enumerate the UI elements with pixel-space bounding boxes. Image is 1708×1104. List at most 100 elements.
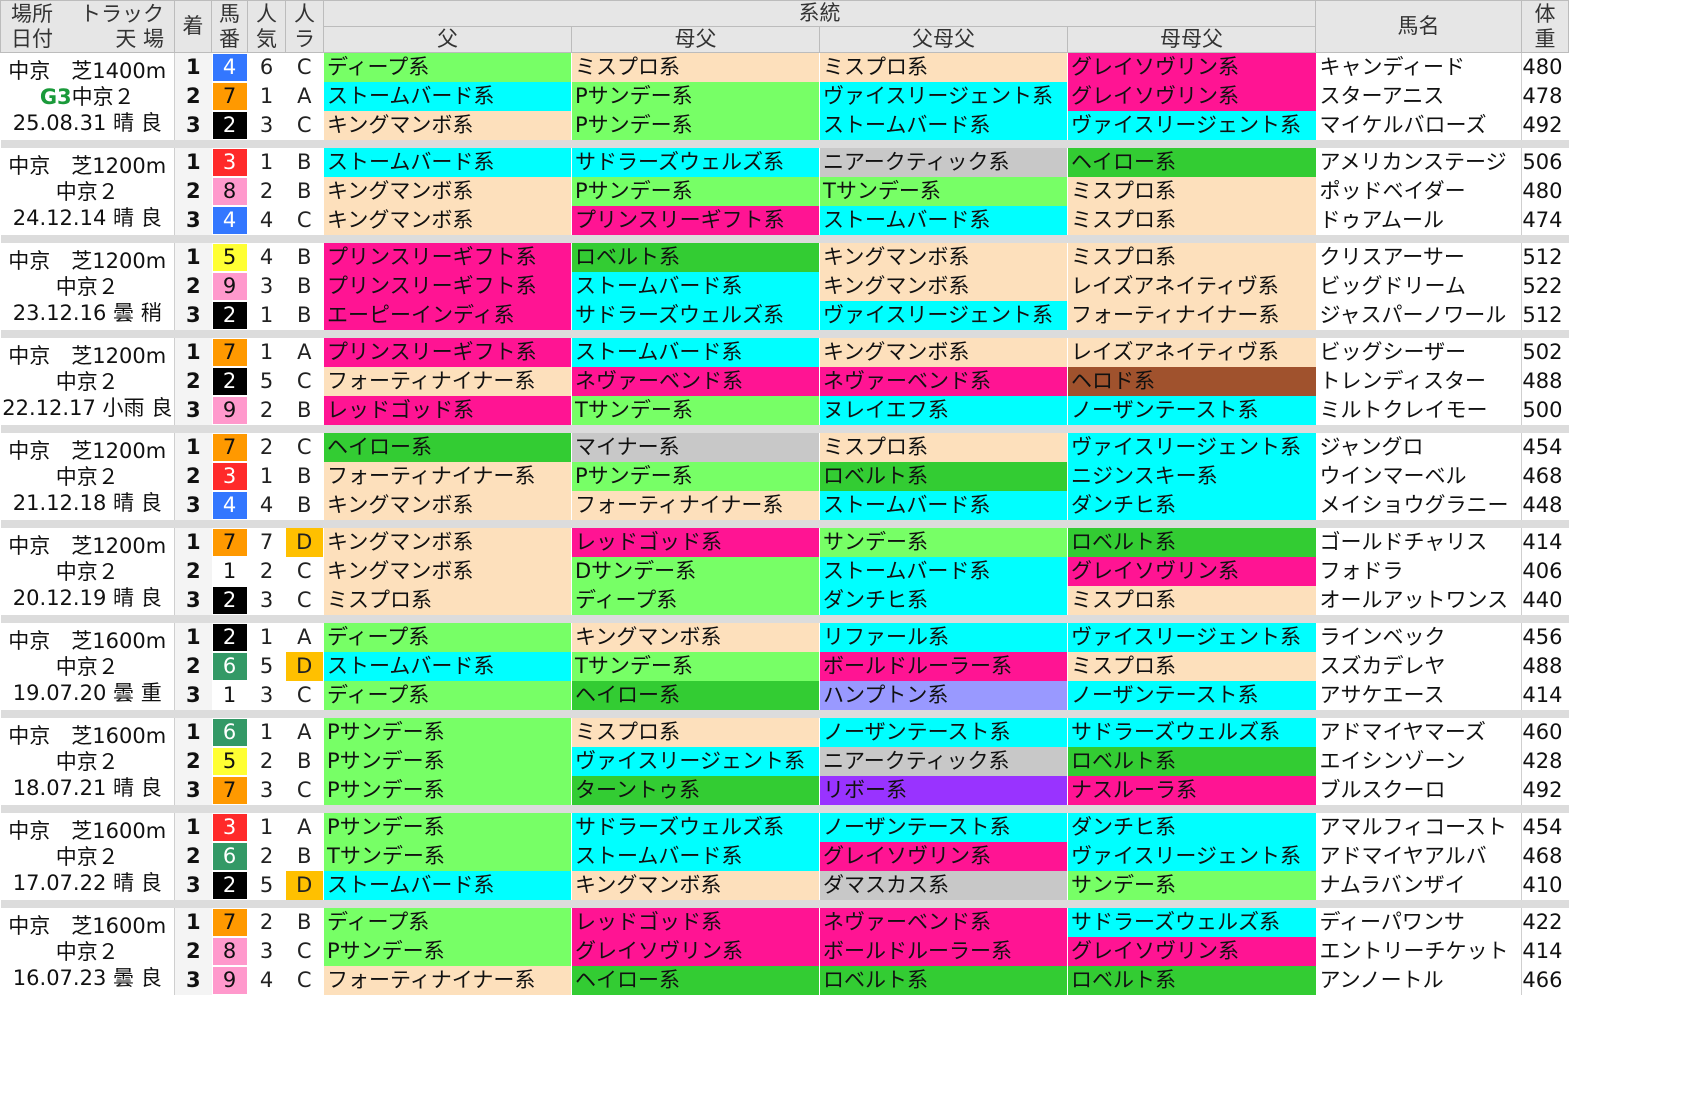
result-row[interactable]: 3 4 4 B キングマンボ系 フォーティナイナー系 ストームバード系 ダンチヒ系 メイショウグ… bbox=[1, 491, 1569, 520]
horse-name[interactable]: ミルトクレイモー bbox=[1315, 396, 1522, 425]
result-row[interactable]: 中京 芝1400m G3中京２ 25.08.31 晴 良 1 4 6 C ディープ系 ミスプロ系… bbox=[0, 52, 1569, 140]
bloodline-chichi: ストームバード系 bbox=[323, 871, 572, 900]
horse-weight: 480 bbox=[1521, 177, 1569, 206]
horse-weight: 488 bbox=[1521, 652, 1569, 681]
bloodline-chichihahachichi: ニアークティック系 bbox=[819, 148, 1068, 177]
horse-name[interactable]: ビッグドリーム bbox=[1315, 272, 1522, 301]
table-body: 中京 芝1400m G3中京２ 25.08.31 晴 良 1 4 6 C ディープ系 ミスプロ系… bbox=[0, 52, 1569, 995]
result-row[interactable]: 3 9 2 B レッドゴッド系 Tサンデー系 ヌレイエフ系 ノーザンテースト系 ミルトクレイモー… bbox=[1, 396, 1569, 425]
horse-name[interactable]: アドマイヤアルバ bbox=[1315, 842, 1522, 871]
bloodline-chichi: ディープ系 bbox=[323, 908, 572, 937]
race-date-line: 23.12.16 曇 稍 bbox=[1, 300, 174, 326]
result-row[interactable]: 3 2 3 C キングマンボ系 Pサンデー系 ストームバード系 ヴァイスリージェント系 マイケル… bbox=[1, 111, 1569, 140]
horse-name[interactable]: オールアットワンス bbox=[1315, 586, 1522, 615]
horse-name[interactable]: アサケエース bbox=[1315, 681, 1522, 710]
result-row[interactable]: 2 5 2 B Pサンデー系 ヴァイスリージェント系 ニアークティック系 ロベルト系 エイシンゾ… bbox=[1, 747, 1569, 776]
result-row[interactable]: 3 4 4 C キングマンボ系 プリンスリーギフト系 ストームバード系 ミスプロ系 ドゥアムール… bbox=[1, 206, 1569, 235]
result-row[interactable]: 3 9 4 C フォーティナイナー系 ヘイロー系 ロベルト系 ロベルト系 アンノートル 466 bbox=[1, 966, 1569, 995]
horse-name[interactable]: ウインマーベル bbox=[1315, 462, 1522, 491]
horse-name[interactable]: ドゥアムール bbox=[1315, 206, 1522, 235]
bloodline-hahachichi: ミスプロ系 bbox=[571, 52, 820, 82]
horse-name[interactable]: ディーパワンサ bbox=[1315, 908, 1522, 937]
popularity-rank: B bbox=[285, 243, 324, 272]
horse-name[interactable]: アドマイヤマーズ bbox=[1315, 718, 1522, 747]
horse-name[interactable]: ナムラバンザイ bbox=[1315, 871, 1522, 900]
finish-position: 2 bbox=[174, 367, 212, 396]
horse-name[interactable]: スズカデレヤ bbox=[1315, 652, 1522, 681]
horse-name[interactable]: メイショウグラニー bbox=[1315, 491, 1522, 520]
horse-name[interactable]: マイケルバローズ bbox=[1315, 111, 1522, 140]
horse-name[interactable]: スターアニス bbox=[1315, 82, 1522, 111]
result-row[interactable]: 2 6 5 D ストームバード系 Tサンデー系 ボールドルーラー系 ミスプロ系 スズカデレヤ 48… bbox=[1, 652, 1569, 681]
horse-name[interactable]: エイシンゾーン bbox=[1315, 747, 1522, 776]
race-track: 芝1600m bbox=[71, 723, 167, 748]
horse-name[interactable]: トレンディスター bbox=[1315, 367, 1522, 396]
result-row[interactable]: 3 7 3 C Pサンデー系 ターントゥ系 リボー系 ナスルーラ系 ブルスクーロ 492 bbox=[1, 776, 1569, 805]
horse-name[interactable]: エントリーチケット bbox=[1315, 937, 1522, 966]
race-date: 25.08.31 bbox=[12, 110, 107, 135]
horse-name[interactable]: ラインベック bbox=[1315, 623, 1522, 652]
popularity-rank: B bbox=[285, 177, 324, 206]
horse-name[interactable]: ゴールドチャリス bbox=[1315, 528, 1522, 557]
horse-name[interactable]: アマルフィコースト bbox=[1315, 813, 1522, 842]
result-row[interactable]: 中京 芝1200m 中京２ 22.12.17 小雨 良 1 7 1 A プリンスリーギフト系ス… bbox=[0, 338, 1569, 425]
horse-weight: 440 bbox=[1521, 586, 1569, 615]
bloodline-chichihahachichi: Tサンデー系 bbox=[819, 177, 1068, 206]
result-row[interactable]: 中京 芝1600m 中京２ 16.07.23 曇 良 1 7 2 B ディープ系 レッドゴッド系… bbox=[0, 908, 1569, 995]
result-row[interactable]: 2 2 5 C フォーティナイナー系 ネヴァーベンド系 ネヴァーベンド系 ヘロド系 トレンディス… bbox=[1, 367, 1569, 396]
horse-name[interactable]: クリスアーサー bbox=[1315, 243, 1522, 272]
finish-position: 2 bbox=[174, 557, 212, 586]
result-row[interactable]: 中京 芝1600m 中京２ 19.07.20 曇 重 1 2 1 A ディープ系 キングマンボ系… bbox=[0, 623, 1569, 710]
result-row[interactable]: 2 8 3 C Pサンデー系 グレイソヴリン系 ボールドルーラー系 グレイソヴリン系 エントリー… bbox=[1, 937, 1569, 966]
result-row[interactable]: 中京 芝1200m 中京２ 24.12.14 晴 良 1 3 1 B ストームバード系 サドラー… bbox=[0, 148, 1569, 235]
bloodline-hahachichi: ミスプロ系 bbox=[571, 718, 820, 747]
horse-name[interactable]: アメリカンステージ bbox=[1315, 148, 1522, 177]
result-row[interactable]: 中京 芝1200m 中京２ 23.12.16 曇 稍 1 5 4 B プリンスリーギフト系 ロベ… bbox=[0, 243, 1569, 330]
result-row[interactable]: 3 1 3 C ディープ系 ヘイロー系 ハンプトン系 ノーザンテースト系 アサケエース 414 bbox=[1, 681, 1569, 710]
horse-number-cell: 6 bbox=[211, 718, 248, 747]
race-separator-cell bbox=[0, 615, 1569, 623]
finish-position: 3 bbox=[174, 776, 212, 805]
horse-number-cell: 1 bbox=[211, 681, 248, 710]
result-row[interactable]: 2 1 2 C キングマンボ系 Dサンデー系 ストームバード系 グレイソヴリン系 フォドラ 406 bbox=[1, 557, 1569, 586]
horse-name[interactable]: ブルスクーロ bbox=[1315, 776, 1522, 805]
popularity: 1 bbox=[247, 82, 286, 111]
horse-name[interactable]: フォドラ bbox=[1315, 557, 1522, 586]
result-row[interactable]: 2 3 1 B フォーティナイナー系 Pサンデー系 ロベルト系 ニジンスキー系 ウインマーベル 4… bbox=[1, 462, 1569, 491]
popularity: 4 bbox=[247, 966, 286, 995]
horse-number-cell: 5 bbox=[211, 243, 248, 272]
horse-name[interactable]: アンノートル bbox=[1315, 966, 1522, 995]
bloodline-hahachichi: グレイソヴリン系 bbox=[571, 937, 820, 966]
result-row[interactable]: 中京 芝1200m 中京２ 20.12.19 晴 良 1 7 7 D キングマンボ系 レッドゴッ… bbox=[0, 528, 1569, 615]
header-basho: 場所 bbox=[11, 1, 53, 26]
race-date: 21.12.18 bbox=[12, 490, 107, 515]
horse-name[interactable]: キャンディード bbox=[1315, 52, 1522, 82]
popularity-rank: C bbox=[285, 111, 324, 140]
result-row[interactable]: 中京 芝1200m 中京２ 21.12.18 晴 良 1 7 2 C ヘイロー系 マイナー系 ミス… bbox=[0, 433, 1569, 520]
popularity: 2 bbox=[247, 747, 286, 776]
result-row[interactable]: 2 8 2 B キングマンボ系 Pサンデー系 Tサンデー系 ミスプロ系 ポッドベイダー 480 bbox=[1, 177, 1569, 206]
race-separator-cell bbox=[0, 900, 1569, 908]
bloodline-chichihahachichi: ロベルト系 bbox=[819, 966, 1068, 995]
header-hahahahachichi: 母母父 bbox=[1067, 26, 1316, 53]
result-row[interactable]: 中京 芝1600m 中京２ 18.07.21 晴 良 1 6 1 A Pサンデー系 ミスプロ系ノ… bbox=[0, 718, 1569, 805]
race-venue-track: 中京 芝1200m bbox=[1, 438, 174, 464]
bloodline-chichihahachichi: サンデー系 bbox=[819, 528, 1068, 557]
result-row[interactable]: 2 9 3 B プリンスリーギフト系 ストームバード系 キングマンボ系 レイズアネイティヴ系ビ… bbox=[1, 272, 1569, 301]
race-date: 17.07.22 bbox=[12, 870, 107, 895]
horse-name[interactable]: ジャスパーノワール bbox=[1315, 301, 1522, 330]
result-row[interactable]: 2 7 1 A ストームバード系 Pサンデー系 ヴァイスリージェント系 グレイソヴリン系 スター… bbox=[1, 82, 1569, 111]
race-course: 中京２ bbox=[71, 84, 135, 109]
horse-name[interactable]: ポッドベイダー bbox=[1315, 177, 1522, 206]
horse-name[interactable]: ビッグシーザー bbox=[1315, 338, 1522, 367]
race-info-cell: 中京 芝1200m 中京２ 20.12.19 晴 良 bbox=[0, 528, 175, 615]
horse-name[interactable]: ジャングロ bbox=[1315, 433, 1522, 462]
race-course-line: 中京２ bbox=[1, 844, 174, 870]
horse-number-cell: 9 bbox=[211, 272, 248, 301]
result-row[interactable]: 2 6 2 B Tサンデー系 ストームバード系 グレイソヴリン系 ヴァイスリージェント系 アドマ… bbox=[1, 842, 1569, 871]
horse-number-cell: 1 bbox=[211, 557, 248, 586]
result-row[interactable]: 3 2 1 B エーピーインディ系 サドラーズウェルズ系 ヴァイスリージェント系 フォーティナ… bbox=[1, 301, 1569, 330]
result-row[interactable]: 中京 芝1600m 中京２ 17.07.22 晴 良 1 3 1 A Pサンデー系 サドラーズウ… bbox=[0, 813, 1569, 900]
result-row[interactable]: 3 2 3 C ミスプロ系 ディープ系 ダンチヒ系 ミスプロ系 オールアットワンス 440 bbox=[1, 586, 1569, 615]
result-row[interactable]: 3 2 5 D ストームバード系 キングマンボ系 ダマスカス系 サンデー系 ナムラバンザイ 410 bbox=[1, 871, 1569, 900]
